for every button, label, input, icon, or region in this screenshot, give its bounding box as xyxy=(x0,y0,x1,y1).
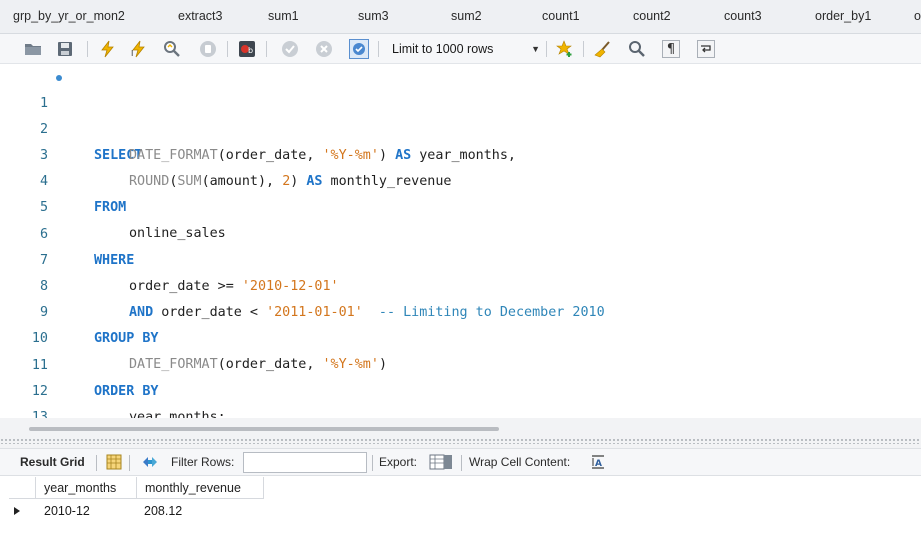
tab-overflow[interactable]: o xyxy=(914,9,921,23)
result-grid[interactable]: year_months monthly_revenue 2010-12 208.… xyxy=(0,476,921,545)
statement-marker-icon xyxy=(56,75,62,81)
filter-rows-label: Filter Rows: xyxy=(171,455,235,469)
refresh-arrows-icon[interactable] xyxy=(141,454,159,473)
code-line: 9 GROUP BY xyxy=(0,274,921,346)
code-line: 13 xyxy=(0,379,921,425)
tab-sum2[interactable]: sum2 xyxy=(451,9,482,23)
code-line: 11 ORDER BY xyxy=(0,327,921,399)
find-magnifier-icon[interactable] xyxy=(628,40,646,58)
svg-text:A: A xyxy=(595,459,602,469)
cell-monthly-revenue[interactable]: 208.12 xyxy=(144,504,182,518)
tab-grp-by-yr-or-mon2[interactable]: grp_by_yr_or_mon2 xyxy=(13,9,125,23)
add-snippet-star-icon[interactable] xyxy=(556,40,574,58)
limit-rows-select[interactable]: Limit to 1000 rows ▼ xyxy=(386,39,546,59)
code-line: 2 DATE_FORMAT(order_date, '%Y-%m') AS ye… xyxy=(0,91,921,163)
editor-results-splitter[interactable] xyxy=(0,418,921,448)
splitter-grip[interactable] xyxy=(0,438,921,444)
tab-extract3[interactable]: extract3 xyxy=(178,9,222,23)
rollback-cancel-icon[interactable] xyxy=(315,40,333,58)
tab-sum3[interactable]: sum3 xyxy=(358,9,389,23)
toggle-error-stop-icon[interactable]: b xyxy=(238,40,256,58)
code-line: 3 ROUND(SUM(amount), 2) AS monthly_reven… xyxy=(0,117,921,189)
chevron-down-icon: ▼ xyxy=(531,44,540,54)
wrap-cell-content-label: Wrap Cell Content: xyxy=(469,455,571,469)
export-label: Export: xyxy=(379,455,418,469)
execute-lightning-icon[interactable] xyxy=(98,40,116,58)
result-grid-toolbar: Result Grid Filter Rows: Export: Wrap Ce… xyxy=(0,448,921,476)
code-line: 12 year_months; xyxy=(0,353,921,425)
query-tab-strip: grp_by_yr_or_mon2 extract3 sum1 sum3 sum… xyxy=(0,0,921,34)
invisible-chars-pilcrow-icon[interactable]: ¶ xyxy=(662,40,680,58)
wrap-cell-content-icon[interactable]: A xyxy=(590,454,606,473)
column-header-year-months[interactable]: year_months xyxy=(36,477,137,499)
filter-rows-input[interactable] xyxy=(243,452,367,473)
code-line: 7 order_date >= '2010-12-01' xyxy=(0,222,921,294)
code-line: 1 SELECT xyxy=(0,65,921,163)
save-icon[interactable] xyxy=(56,40,74,58)
cell-year-months[interactable]: 2010-12 xyxy=(44,504,90,518)
result-grid-tab[interactable]: Result Grid xyxy=(20,455,85,469)
current-row-arrow-icon xyxy=(14,507,20,515)
code-line: 8 AND order_date < '2011-01-01' -- Limit… xyxy=(0,248,921,320)
wrap-lines-icon[interactable] xyxy=(697,40,715,58)
tab-count2[interactable]: count2 xyxy=(633,9,671,23)
tab-count1[interactable]: count1 xyxy=(542,9,580,23)
limit-rows-label: Limit to 1000 rows xyxy=(392,42,494,56)
stop-icon[interactable] xyxy=(199,40,217,58)
horizontal-scrollbar[interactable] xyxy=(29,427,499,431)
beautify-broom-icon[interactable] xyxy=(594,40,612,58)
tab-count3[interactable]: count3 xyxy=(724,9,762,23)
commit-check-icon[interactable] xyxy=(281,40,299,58)
explain-magnifier-icon[interactable] xyxy=(163,40,181,58)
export-table-icon[interactable] xyxy=(429,453,453,474)
execute-current-lightning-icon[interactable]: I xyxy=(130,40,148,58)
tab-sum1[interactable]: sum1 xyxy=(268,9,299,23)
svg-text:b: b xyxy=(248,46,253,55)
column-header-monthly-revenue[interactable]: monthly_revenue xyxy=(137,477,264,499)
sql-editor-toolbar: I b Limit to 1000 rows ▼ ¶ xyxy=(0,34,921,64)
code-line: 4 FROM xyxy=(0,143,921,215)
tab-order-by1[interactable]: order_by1 xyxy=(815,9,871,23)
grid-layout-icon[interactable] xyxy=(106,454,122,473)
row-header-corner xyxy=(9,477,36,499)
code-line: 10 DATE_FORMAT(order_date, '%Y-%m') xyxy=(0,300,921,372)
folder-open-icon[interactable] xyxy=(24,40,42,58)
svg-text:I: I xyxy=(131,49,133,58)
autocommit-toggle-icon[interactable] xyxy=(349,39,369,59)
sql-editor[interactable]: 1 SELECT 2 DATE_FORMAT(order_date, '%Y-%… xyxy=(0,64,921,425)
code-line: 6 WHERE xyxy=(0,196,921,268)
code-line: 5 online_sales xyxy=(0,169,921,241)
